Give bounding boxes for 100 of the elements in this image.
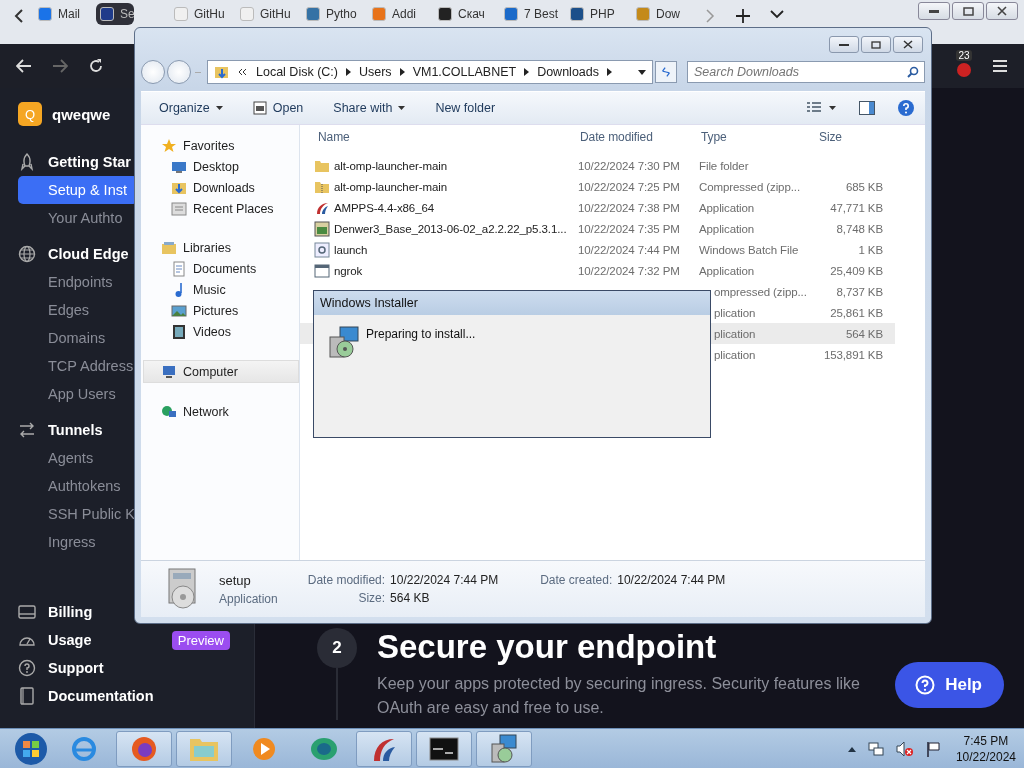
- breadcrumb-arrow-icon[interactable]: [607, 68, 612, 76]
- minimize-button[interactable]: [829, 36, 859, 53]
- taskbar-button[interactable]: [416, 730, 472, 767]
- network-icon[interactable]: [867, 740, 884, 757]
- help-icon[interactable]: [897, 99, 915, 117]
- sidebar-item[interactable]: Agents: [18, 444, 138, 472]
- sidebar-link[interactable]: Support: [48, 660, 104, 676]
- extension-icon[interactable]: [956, 62, 972, 78]
- nav-item[interactable]: Music: [141, 279, 299, 300]
- detail-label: Date modified:: [307, 573, 386, 587]
- sidebar-item[interactable]: Ingress: [18, 528, 138, 556]
- sidebar-link[interactable]: Billing: [48, 604, 93, 620]
- preview-pane-icon[interactable]: [859, 101, 875, 115]
- double-chevron-icon[interactable]: [238, 68, 248, 76]
- dropdown-arrow-icon[interactable]: [638, 69, 646, 75]
- clock-time[interactable]: 7:45 PM: [963, 732, 1009, 749]
- nav-item[interactable]: Libraries: [141, 237, 299, 258]
- back-icon[interactable]: [16, 59, 32, 73]
- column-header[interactable]: Type: [699, 130, 811, 144]
- clock-date[interactable]: 10/22/2024: [955, 748, 1016, 765]
- account-name[interactable]: qweqwe: [52, 105, 111, 123]
- network-icon: [161, 403, 177, 420]
- column-header[interactable]: Name: [300, 130, 578, 144]
- browser-tab[interactable]: Mail: [30, 3, 96, 25]
- file-name: ngrok: [334, 264, 363, 277]
- nav-item[interactable]: Desktop: [141, 156, 299, 177]
- sidebar-item[interactable]: Domains: [18, 324, 138, 352]
- section-heading[interactable]: Cloud Edge: [48, 246, 129, 262]
- nav-item[interactable]: Recent Places: [141, 198, 299, 219]
- nav-item[interactable]: Computer: [143, 360, 299, 383]
- file-row[interactable]: ngrok 10/22/2024 7:32 PM Application 25,409 KB: [300, 260, 895, 281]
- minimize-button[interactable]: [918, 2, 950, 20]
- browser-tab[interactable]: Addi: [364, 3, 430, 25]
- file-type: Application: [699, 264, 755, 277]
- file-row[interactable]: AMPPS-4.4-x86_64 10/22/2024 7:38 PM Application 47,771 KB: [300, 197, 895, 218]
- tab-list-icon[interactable]: [770, 9, 784, 19]
- breadcrumb-item[interactable]: Users: [358, 65, 392, 79]
- breadcrumb-arrow-icon[interactable]: [399, 68, 405, 76]
- browser-tab[interactable]: GitHu: [166, 3, 232, 25]
- search-field[interactable]: Search Downloads: [687, 61, 925, 83]
- file-row[interactable]: alt-omp-launcher-main 10/22/2024 7:25 PM Compressed (zipp... 685 KB: [300, 176, 895, 197]
- sidebar-item[interactable]: Authtokens: [18, 472, 138, 500]
- reload-icon[interactable]: [88, 58, 104, 74]
- browser-tab[interactable]: Скач: [430, 3, 496, 25]
- browser-tab[interactable]: Dow: [628, 3, 694, 25]
- rocket-icon: [18, 153, 36, 171]
- browser-tab[interactable]: Pytho: [298, 3, 364, 25]
- browser-tab[interactable]: Se: [96, 3, 134, 25]
- search-icon[interactable]: [907, 66, 919, 78]
- toolbar-button[interactable]: Share with: [333, 101, 406, 115]
- sidebar-item[interactable]: Endpoints: [18, 268, 138, 296]
- address-bar[interactable]: Local Disk (C:) Users VM1.COLLABNET Downloads: [207, 60, 653, 84]
- file-row[interactable]: Denwer3_Base_2013-06-02_a2.2.22_p5.3.1... 10/22/2024 7:35 PM Application 8,748 KB: [300, 218, 895, 239]
- browser-tab[interactable]: PHP: [562, 3, 628, 25]
- sidebar-item[interactable]: Edges: [18, 296, 138, 324]
- show-hidden-icons-icon[interactable]: [847, 745, 856, 752]
- sidebar-item[interactable]: TCP Address: [18, 352, 138, 380]
- file-row[interactable]: launch 10/22/2024 7:44 PM Windows Batch File 1 KB: [300, 239, 895, 260]
- start-button[interactable]: [14, 731, 48, 766]
- toolbar-button[interactable]: Open: [252, 101, 304, 115]
- breadcrumb-arrow-icon[interactable]: [345, 68, 351, 76]
- sidebar-link[interactable]: Documentation: [48, 688, 154, 704]
- new-tab-icon[interactable]: [736, 9, 750, 23]
- menu-icon[interactable]: [992, 59, 1008, 73]
- forward-icon[interactable]: [52, 59, 68, 73]
- back-button[interactable]: [141, 60, 165, 84]
- column-header[interactable]: Size: [811, 130, 883, 144]
- section-heading[interactable]: Tunnels: [48, 422, 103, 438]
- maximize-button[interactable]: [952, 2, 984, 20]
- speaker-muted-icon[interactable]: [895, 740, 914, 757]
- maximize-button[interactable]: [861, 36, 891, 53]
- column-header[interactable]: Date modified: [578, 130, 699, 144]
- nav-item[interactable]: Documents: [141, 258, 299, 279]
- refresh-button[interactable]: [655, 61, 677, 83]
- close-button[interactable]: [893, 36, 923, 53]
- breadcrumb-item[interactable]: VM1.COLLABNET: [412, 65, 517, 79]
- view-options-icon[interactable]: [807, 102, 837, 114]
- forward-button[interactable]: [167, 60, 191, 84]
- breadcrumb-arrow-icon[interactable]: [524, 68, 530, 76]
- nav-item[interactable]: Favorites: [141, 135, 299, 156]
- breadcrumb-item[interactable]: Downloads: [537, 65, 599, 79]
- sidebar-item[interactable]: App Users: [18, 380, 138, 408]
- nav-item[interactable]: Network: [141, 401, 299, 422]
- sidebar-item[interactable]: SSH Public K: [18, 500, 138, 528]
- breadcrumb-item[interactable]: Local Disk (C:): [256, 65, 338, 79]
- nav-item[interactable]: Downloads: [141, 177, 299, 198]
- sidebar-item[interactable]: Your Authto: [18, 204, 138, 232]
- nav-item[interactable]: Videos: [141, 321, 299, 342]
- toolbar-button[interactable]: New folder: [435, 101, 496, 115]
- close-button[interactable]: [986, 2, 1018, 20]
- help-button[interactable]: Help: [895, 662, 1004, 708]
- browser-tab[interactable]: 7 Best: [496, 3, 562, 25]
- flag-icon[interactable]: [925, 740, 940, 757]
- section-heading[interactable]: Getting Star: [48, 154, 131, 170]
- browser-tab[interactable]: GitHu: [232, 3, 298, 25]
- sidebar-link[interactable]: Usage: [48, 632, 92, 648]
- toolbar-button[interactable]: Organize: [159, 101, 223, 115]
- file-row[interactable]: alt-omp-launcher-main 10/22/2024 7:30 PM File folder: [300, 155, 895, 176]
- nav-item[interactable]: Pictures: [141, 300, 299, 321]
- tab-scroll-left-icon[interactable]: [14, 9, 24, 23]
